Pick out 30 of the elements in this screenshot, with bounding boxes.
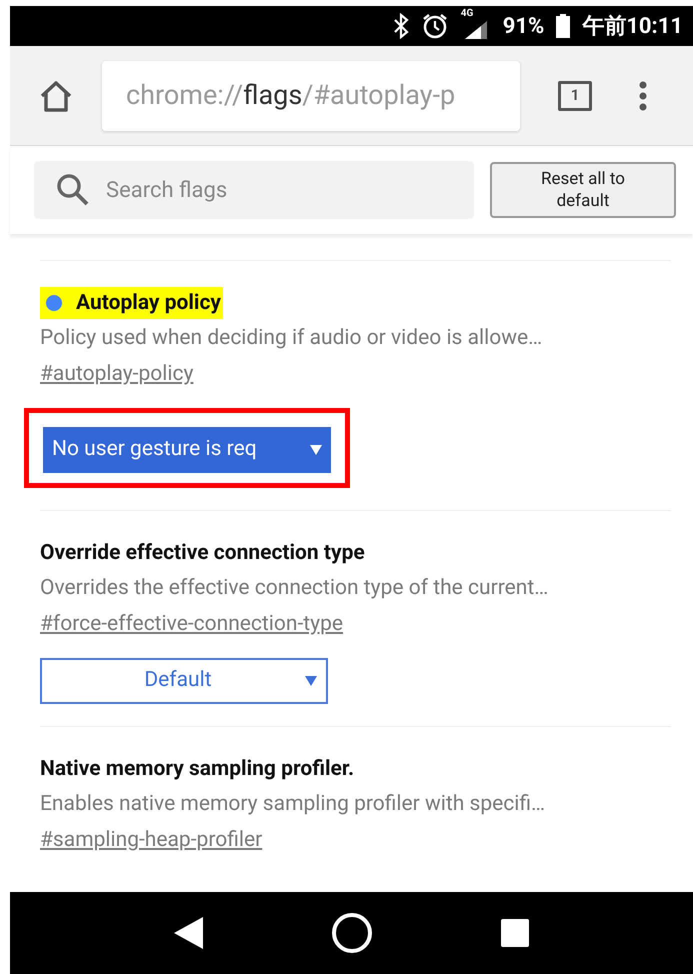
flag-description: Enables native memory sampling profiler with specifi… <box>40 791 546 818</box>
flag-title: Autoplay policy <box>40 287 223 319</box>
flag-link[interactable]: #force-effective-connection-type <box>40 608 344 640</box>
flag-title: Override effective connection type <box>40 540 365 567</box>
dropdown-caret-icon <box>310 445 322 455</box>
recents-square-icon[interactable] <box>500 918 530 948</box>
flag-title: Native memory sampling profiler. <box>40 756 354 783</box>
signal-icon <box>464 21 489 39</box>
back-icon[interactable] <box>173 916 206 950</box>
flag-description: Overrides the effective connection type of the current… <box>40 575 550 602</box>
search-icon <box>56 173 90 207</box>
reset-all-button[interactable]: Reset all to default <box>490 162 676 218</box>
battery-percent: 91% <box>502 12 544 40</box>
clock-time: 午前10:11 <box>582 12 683 40</box>
flag-select[interactable]: No user gesture is req <box>43 427 331 473</box>
alarm-clock-icon <box>420 12 449 40</box>
flag-link[interactable]: #sampling-heap-profiler <box>40 824 262 856</box>
home-circle-icon[interactable] <box>331 912 374 954</box>
search-field[interactable]: Search flags <box>34 161 474 219</box>
dropdown-caret-icon <box>305 676 317 686</box>
battery-icon <box>556 14 570 38</box>
network-type: 4G <box>460 9 474 19</box>
flag-link[interactable]: #autoplay-policy <box>40 358 194 390</box>
flag-select[interactable]: Default <box>40 658 328 704</box>
home-icon[interactable] <box>38 80 74 112</box>
url-field[interactable]: chrome://flags/#autoplay-p <box>102 60 520 130</box>
flag-description: Policy used when deciding if audio or video is allowe… <box>40 325 544 352</box>
more-menu-icon[interactable] <box>638 80 648 110</box>
tab-switcher-button[interactable]: 1 <box>558 80 592 110</box>
bluetooth-icon <box>392 13 409 39</box>
